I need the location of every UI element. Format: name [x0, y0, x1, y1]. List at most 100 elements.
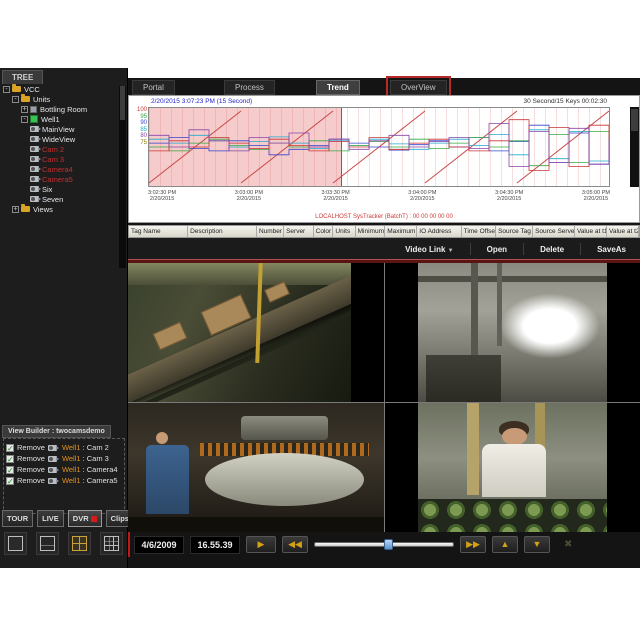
toolbar-divider — [523, 243, 524, 255]
expander-icon[interactable]: - — [3, 86, 10, 93]
toolbar-divider — [580, 243, 581, 255]
column-header-time-offset[interactable]: Time Offset — [462, 226, 497, 237]
trend-plot-area[interactable] — [148, 107, 610, 187]
column-header-maximum[interactable]: Maximum — [385, 226, 417, 237]
tree-item-cam-2[interactable]: Cam 2 — [0, 144, 128, 154]
seek-slider-thumb[interactable] — [384, 539, 393, 550]
video-link-dropdown[interactable]: Video Link ▼ — [399, 242, 460, 257]
camera-cell-cam2[interactable] — [128, 263, 384, 402]
camera-cell-camera5[interactable] — [385, 403, 640, 535]
column-header-source-server[interactable]: Source Server — [533, 226, 575, 237]
view-builder-row[interactable]: ✓RemoveWell1: Camera5 — [6, 475, 122, 486]
live-button[interactable]: LIVE — [37, 510, 64, 527]
trend-scrollbar[interactable] — [630, 107, 639, 187]
camera-icon — [30, 166, 39, 172]
tick-date: 2/20/2015 — [582, 196, 610, 202]
tree-item-seven[interactable]: Seven — [0, 194, 128, 204]
close-icon[interactable]: ✖ — [564, 539, 572, 550]
mode-button-row: TOURLIVEDVRClips — [2, 510, 126, 527]
tab-process[interactable]: Process — [224, 80, 275, 95]
folder-icon — [12, 86, 21, 92]
view-builder-row[interactable]: ✓RemoveWell1: Cam 2 — [6, 442, 122, 453]
view-builder-title: View Builder : twocamsdemo — [2, 425, 111, 438]
column-header-tag-name[interactable]: Tag Name — [129, 226, 188, 237]
tab-trend[interactable]: Trend — [316, 80, 360, 95]
speed-down-button[interactable]: ▼ — [524, 536, 550, 553]
expander-icon[interactable]: - — [12, 96, 19, 103]
tree-item-units[interactable]: -Units — [0, 94, 128, 104]
tree-item-vcc[interactable]: -VCC — [0, 84, 128, 94]
column-header-units[interactable]: Units — [333, 226, 355, 237]
trend-scrollbar-thumb[interactable] — [631, 109, 638, 131]
tree-scrollbar[interactable] — [119, 86, 126, 268]
column-header-color[interactable]: Color — [314, 226, 334, 237]
play-button[interactable]: ▶ — [246, 536, 276, 553]
layout-multi-grid-icon — [104, 536, 119, 551]
tree-item-bottling-room[interactable]: +Bottling Room — [0, 104, 128, 114]
checkbox-checked-icon[interactable]: ✓ — [6, 466, 14, 474]
folder-icon — [21, 96, 30, 102]
tree-item-cam-3[interactable]: Cam 3 — [0, 154, 128, 164]
tree-item-label: Cam 3 — [42, 155, 64, 164]
seek-slider[interactable] — [314, 536, 454, 553]
expander-icon[interactable]: + — [21, 106, 28, 113]
layout-button-row — [4, 532, 128, 555]
tree-item-camera4[interactable]: Camera4 — [0, 164, 128, 174]
speed-up-button[interactable]: ▲ — [492, 536, 518, 553]
open-button[interactable]: Open — [481, 242, 513, 257]
playback-time: 16.55.39 — [190, 536, 240, 554]
camera-cell-cam3[interactable] — [385, 263, 640, 402]
layout-quad-button[interactable] — [68, 532, 91, 555]
tree-item-wideview[interactable]: WideView — [0, 134, 128, 144]
dvr-button[interactable]: DVR — [68, 510, 102, 527]
saveas-button[interactable]: SaveAs — [591, 242, 632, 257]
checkbox-checked-icon[interactable]: ✓ — [6, 455, 14, 463]
tour-button[interactable]: TOUR — [2, 510, 33, 527]
column-header-description[interactable]: Description — [188, 226, 257, 237]
trend-cursor-timestamp: 2/20/2015 3:07:23 PM (15 Second) — [151, 98, 252, 105]
expander-icon[interactable]: - — [21, 116, 28, 123]
layout-multi-grid-button[interactable] — [100, 532, 123, 555]
column-header-source-tag[interactable]: Source Tag — [496, 226, 533, 237]
toolbar-divider — [470, 243, 471, 255]
tab-overview[interactable]: OverView — [390, 80, 447, 95]
column-header-io-address[interactable]: IO Address — [417, 226, 461, 237]
tree-scrollbar-thumb[interactable] — [120, 86, 125, 120]
tree-item-views[interactable]: +Views — [0, 204, 128, 214]
tree-item-well1[interactable]: -Well1 — [0, 114, 128, 124]
checkbox-checked-icon[interactable]: ✓ — [6, 477, 14, 485]
camera-cell-camera4[interactable] — [128, 403, 384, 535]
layout-one-plus-strip-button[interactable] — [36, 532, 59, 555]
rewind-button[interactable]: ◀◀ — [282, 536, 308, 553]
view-builder-row[interactable]: ✓RemoveWell1: Cam 3 — [6, 453, 122, 464]
tree-item-six[interactable]: Six — [0, 184, 128, 194]
view-builder-row[interactable]: ✓RemoveWell1: Camera4 — [6, 464, 122, 475]
tree-item-label: Six — [42, 185, 52, 194]
trend-range-info: 30 Second/15 Keys 00:02:30 — [524, 98, 607, 105]
tab-portal[interactable]: Portal — [132, 80, 175, 95]
layout-single-button[interactable] — [4, 532, 27, 555]
unit-name: Well1 — [62, 454, 81, 463]
camera-icon — [48, 456, 57, 462]
tree-tab[interactable]: TREE — [2, 70, 43, 84]
column-header-number[interactable]: Number — [257, 226, 284, 237]
unit-name: Well1 — [62, 443, 81, 452]
camera-icon — [30, 176, 39, 182]
delete-button[interactable]: Delete — [534, 242, 570, 257]
x-axis-tick: 3:04:30 PM2/20/2015 — [495, 190, 523, 202]
column-header-value-at-t1[interactable]: Value at t1 — [575, 226, 607, 237]
unit-icon — [30, 106, 37, 113]
expander-icon[interactable]: + — [12, 206, 19, 213]
video-historian-window: TREE -VCC-Units+Bottling Room-Well1MainV… — [0, 68, 640, 568]
tree-view: -VCC-Units+Bottling Room-Well1MainViewWi… — [0, 84, 128, 284]
column-header-server[interactable]: Server — [284, 226, 314, 237]
checkbox-checked-icon[interactable]: ✓ — [6, 444, 14, 452]
column-header-minimum[interactable]: Minimum — [356, 226, 386, 237]
column-header-value-at-t2[interactable]: Value at t2 — [607, 226, 639, 237]
tree-item-camera5[interactable]: Camera5 — [0, 174, 128, 184]
tick-date: 2/20/2015 — [235, 196, 263, 202]
fast-forward-button[interactable]: ▶▶ — [460, 536, 486, 553]
camera-feed-plant-room — [418, 263, 607, 402]
tree-item-mainview[interactable]: MainView — [0, 124, 128, 134]
unit-icon — [30, 115, 38, 123]
